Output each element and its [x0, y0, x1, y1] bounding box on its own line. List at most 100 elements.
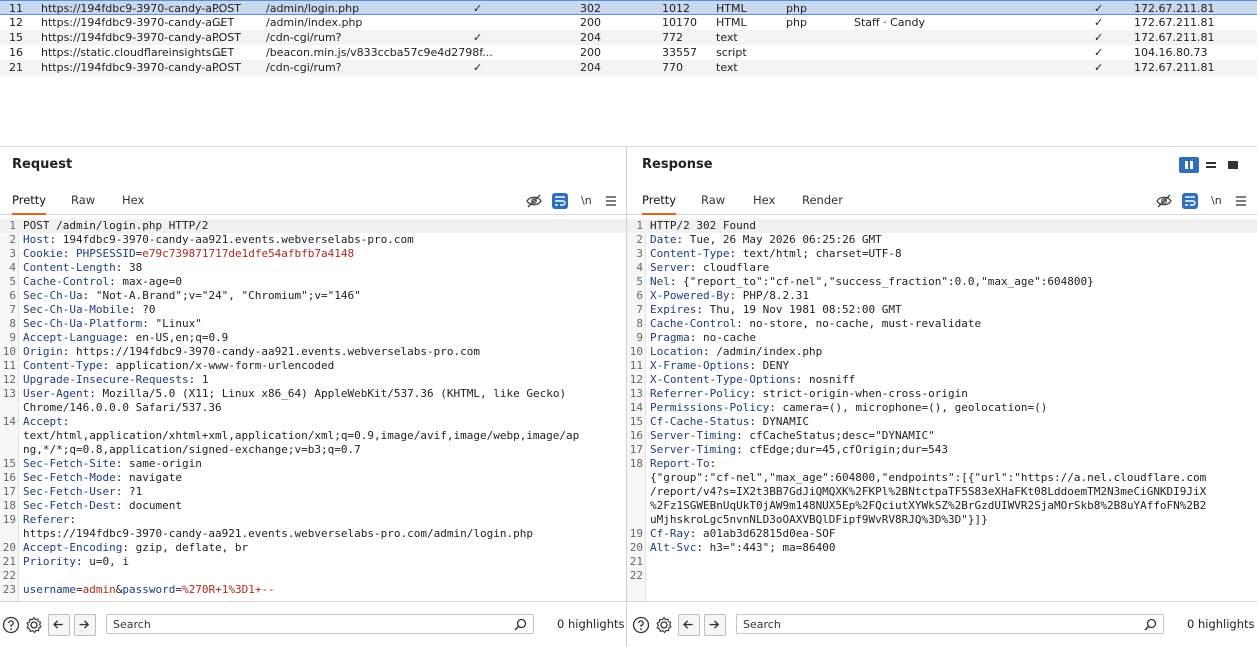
- history-cell-url: /beacon.min.js/v833ccba57c9e4d2798f...: [266, 46, 493, 59]
- header-value: DENY: [755, 359, 790, 372]
- tab-render[interactable]: Render: [802, 193, 843, 215]
- highlights-count: 0 highlights: [1187, 617, 1255, 631]
- code-line: 21 Priority: u=0, i: [0, 555, 626, 569]
- line-content: uMjhskroLgc5nvnNLD3oOAXVBQlDFipf9WvRV8RJ…: [650, 513, 988, 526]
- search-icon: [514, 618, 527, 631]
- history-cell-mime: text: [716, 31, 738, 44]
- code-line: 10 Origin: https://194fdbc9-3970-candy-aa…: [0, 345, 626, 359]
- arrow-right-icon: [709, 620, 720, 629]
- menu-icon[interactable]: [603, 193, 619, 209]
- code-line: 4 Content-Length: 38: [0, 261, 626, 275]
- header-name: Nel: [650, 275, 670, 288]
- line-text: Accept-Encoding: gzip, deflate, br: [23, 541, 248, 555]
- line-number: 3: [9, 247, 16, 260]
- history-row[interactable]: 16 https://static.cloudflareinsights.... G…: [0, 45, 1257, 60]
- header-colon: :: [69, 513, 76, 526]
- newline-toggle[interactable]: \n: [581, 194, 592, 216]
- header-name: Content-Length: [23, 261, 116, 274]
- layout-stacked-button[interactable]: [1201, 157, 1221, 173]
- settings-gear-icon[interactable]: [655, 616, 673, 634]
- layout-single-button[interactable]: [1223, 157, 1243, 173]
- line-text: Accept-Language: en-US,en;q=0.9: [23, 331, 228, 345]
- header-name: X-Powered-By: [650, 289, 730, 302]
- request-search-box[interactable]: Search: [106, 614, 534, 634]
- line-text: Upgrade-Insecure-Requests: 1: [23, 373, 208, 387]
- back-button[interactable]: [48, 614, 70, 636]
- line-text: Cf-Ray: a01ab3d62815d0ea-SOF: [650, 527, 835, 541]
- header-value: cloudflare: [696, 261, 770, 274]
- header-name: Upgrade-Insecure-Requests: [23, 373, 189, 386]
- line-text: HTTP/2 302 Found: [650, 219, 756, 233]
- code-line: 12 Upgrade-Insecure-Requests: 1: [0, 373, 626, 387]
- tab-raw[interactable]: Raw: [71, 193, 95, 215]
- line-text: Expires: Thu, 19 Nov 1981 08:52:00 GMT: [650, 303, 902, 317]
- menu-icon[interactable]: [1233, 193, 1249, 209]
- layout-side-by-side-button[interactable]: [1179, 157, 1199, 173]
- line-text: POST /admin/login.php HTTP/2: [23, 219, 208, 233]
- proxy-history-table: 11 https://194fdbc9-3970-candy-a... POST/a…: [0, 0, 1257, 146]
- search-placeholder: Search: [743, 618, 781, 631]
- forward-button[interactable]: [704, 614, 726, 636]
- code-line: 3 Cookie: PHPSESSID=e79c739871717de1dfe54…: [0, 247, 626, 261]
- line-number: 7: [9, 303, 16, 316]
- header-colon: :: [142, 317, 149, 330]
- tab-hex[interactable]: Hex: [753, 193, 775, 215]
- header-value: ?0: [135, 303, 156, 316]
- tab-hex[interactable]: Hex: [122, 193, 144, 215]
- line-text: Host: 194fdbc9-3970-candy-aa921.events.w…: [23, 233, 414, 247]
- header-value: camera=(), microphone=(), geolocation=(): [775, 401, 1048, 414]
- response-editor[interactable]: 1 HTTP/2 302 Found 2 Date: Tue, 26 May 2026…: [627, 219, 1257, 603]
- history-cell-ip: 104.16.80.73: [1134, 46, 1208, 59]
- history-cell-host: https://194fdbc9-3970-candy-a...: [41, 61, 223, 74]
- header-name: Cf-Ray: [650, 527, 690, 540]
- history-cell-num: 15: [9, 31, 23, 44]
- code-line: %2Fz1SGWEBnUqUkT0jAW9m148NUX5Ep%2FQciutX…: [627, 499, 1257, 513]
- history-row[interactable]: 21 https://194fdbc9-3970-candy-a... POST/c…: [0, 60, 1257, 75]
- word-wrap-icon[interactable]: [1182, 193, 1198, 209]
- line-number: 13: [2, 387, 16, 400]
- history-row[interactable]: 12 https://194fdbc9-3970-candy-a... GET/ad…: [0, 15, 1257, 30]
- back-button[interactable]: [678, 614, 700, 636]
- history-cell-status: 200: [580, 46, 601, 59]
- tab-pretty[interactable]: Pretty: [642, 193, 677, 215]
- line-number: 22: [629, 569, 643, 582]
- line-content: POST /admin/login.php HTTP/2: [23, 219, 209, 232]
- tab-pretty[interactable]: Pretty: [12, 193, 47, 215]
- forward-button[interactable]: [74, 614, 96, 636]
- history-cell-length: 1012: [662, 2, 690, 15]
- code-line: 3 Content-Type: text/html; charset=UTF-8: [627, 247, 1257, 261]
- line-number: 16: [2, 471, 16, 484]
- history-cell-status: 200: [580, 16, 601, 29]
- header-value: navigate: [122, 471, 182, 484]
- history-cell-method: POST: [212, 31, 241, 44]
- settings-gear-icon[interactable]: [25, 616, 43, 634]
- word-wrap-icon[interactable]: [552, 193, 568, 209]
- code-line: 14 Accept:: [0, 415, 626, 429]
- line-text: Cf-Cache-Status: DYNAMIC: [650, 415, 809, 429]
- line-number: 11: [2, 359, 16, 372]
- line-text: {"group":"cf-nel","max_age":604800,"endp…: [650, 471, 1206, 485]
- line-text: User-Agent: Mozilla/5.0 (X11; Linux x86_…: [23, 387, 566, 401]
- history-row[interactable]: 11 https://194fdbc9-3970-candy-a... POST/a…: [0, 0, 1257, 15]
- line-text: Location: /admin/index.php: [650, 345, 822, 359]
- hide-eye-icon[interactable]: [1156, 193, 1172, 209]
- line-number: 5: [9, 275, 16, 288]
- line-number: 8: [636, 317, 643, 330]
- header-value: "Linux": [148, 317, 202, 330]
- response-search-box[interactable]: Search: [736, 614, 1164, 634]
- line-text: Content-Type: text/html; charset=UTF-8: [650, 247, 902, 261]
- request-editor[interactable]: 1 POST /admin/login.php HTTP/2 2 Host: 194f…: [0, 219, 626, 603]
- highlights-count: 0 highlights: [557, 617, 625, 631]
- history-row[interactable]: 15 https://194fdbc9-3970-candy-a... POST/c…: [0, 30, 1257, 45]
- help-icon[interactable]: [632, 616, 650, 634]
- help-icon[interactable]: [2, 616, 20, 634]
- tab-raw[interactable]: Raw: [701, 193, 725, 215]
- header-colon: :: [122, 541, 129, 554]
- header-name: Sec-Ch-Ua: [23, 289, 83, 302]
- params-check: ✓: [473, 2, 483, 15]
- request-tabs: Pretty Raw Hex \n: [0, 189, 626, 215]
- hide-eye-icon[interactable]: [526, 193, 542, 209]
- line-text: Cache-Control: no-store, no-cache, must-…: [650, 317, 981, 331]
- newline-toggle[interactable]: \n: [1211, 194, 1222, 216]
- param-equals: =: [175, 583, 182, 596]
